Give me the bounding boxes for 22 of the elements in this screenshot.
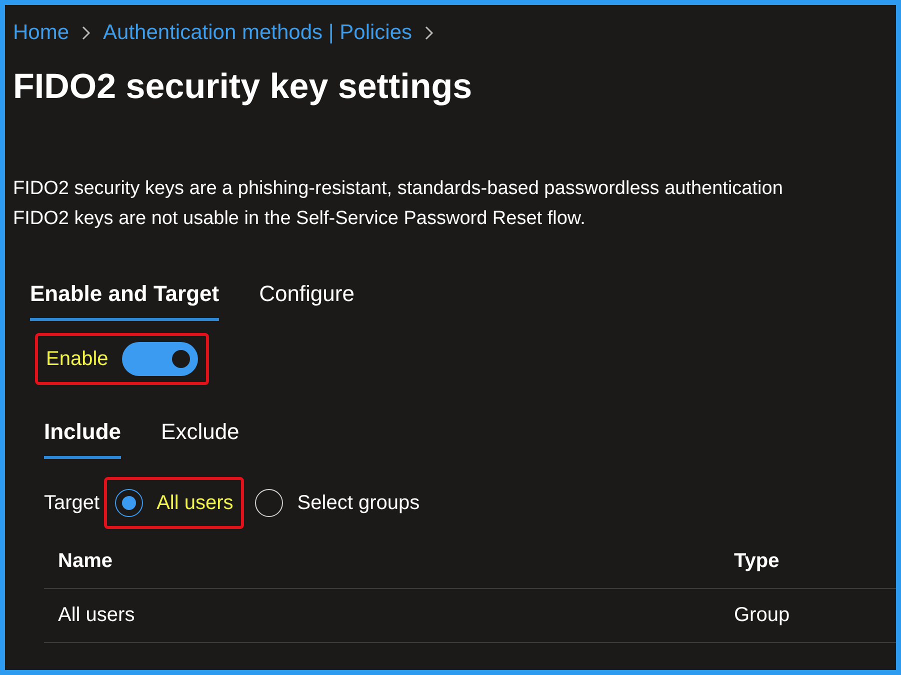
radio-label: All users — [156, 490, 234, 516]
chevron-right-icon — [424, 24, 434, 41]
chevron-right-icon — [81, 24, 92, 41]
description-text: FIDO2 keys are not usable in the Self-Service Password Reset flow. — [13, 206, 586, 230]
column-header: Type — [734, 549, 780, 574]
target-label: Target — [44, 490, 100, 516]
breadcrumb-link[interactable]: Home — [13, 17, 70, 48]
tab[interactable]: Configure — [259, 276, 354, 320]
column-header: Name — [58, 549, 114, 574]
toggle-switch[interactable] — [122, 342, 198, 376]
tab[interactable]: Enable and Target — [30, 276, 220, 320]
tab[interactable]: Include — [44, 414, 122, 458]
tab[interactable]: Exclude — [161, 414, 240, 458]
breadcrumb-link[interactable]: Authentication methods | Policies — [103, 17, 412, 48]
table-cell-text: All users — [58, 603, 136, 628]
toggle-label: Enable — [46, 346, 108, 372]
page-title: FIDO2 security key settings — [13, 66, 474, 108]
radio-button[interactable] — [255, 488, 284, 516]
radio-label: Select groups — [297, 490, 420, 516]
description-text: FIDO2 security keys are a phishing-resistant, standards-based passwordless authentication — [13, 176, 783, 200]
table-cell-text: Group — [734, 603, 791, 628]
radio-button[interactable] — [114, 488, 143, 516]
